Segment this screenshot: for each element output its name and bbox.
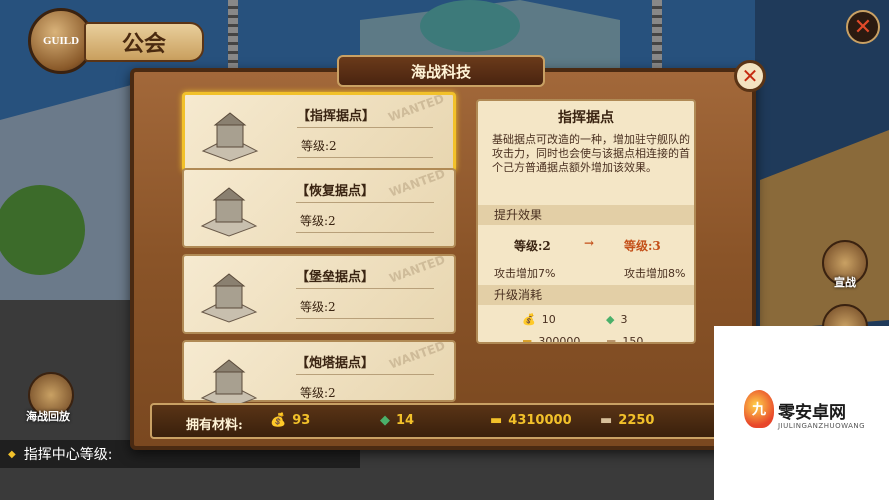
card-name: 【炮塔据点】 (296, 356, 375, 371)
card-divider (296, 318, 434, 319)
next-level: 等级:3 (624, 239, 661, 253)
tech-card[interactable]: WANTED 【堡垒据点】等级:2 (182, 252, 456, 334)
card-name: 【指挥据点】 (297, 109, 376, 124)
detail-description: 基础据点可改造的一种，增加驻守舰队的攻击力，同时也会使与该据点相连接的首个己方普… (492, 133, 690, 174)
materials-label: 拥有材料: (186, 418, 243, 433)
guild-title: 公会 (84, 22, 204, 62)
current-effect: 攻击增加7% (494, 267, 556, 280)
tech-card[interactable]: WANTED 【炮塔据点】等级:2 (182, 338, 456, 409)
diamond-icon: ◆ (8, 448, 16, 460)
watermark-sub: JIULINGANZHUOWANG (778, 422, 866, 430)
tech-card[interactable]: WANTED 【恢复据点】等级:2 (182, 166, 456, 248)
fort-icon (201, 112, 259, 162)
material-plank: ▬ 2250 (600, 413, 655, 428)
card-divider (296, 288, 434, 289)
card-divider (297, 127, 433, 128)
board-close-icon[interactable]: ✕ (734, 60, 766, 92)
coin-bag-icon: 💰 (522, 313, 536, 326)
cost-gold: ▬ 300000 (522, 335, 580, 344)
current-level: 等级:2 (514, 239, 551, 253)
upgrade-cost-header: 升级消耗 (478, 285, 694, 305)
card-level: 等级:2 (300, 300, 336, 314)
gold-bar-icon: ▬ (522, 335, 533, 344)
green-crystal-icon: ◆ (606, 313, 615, 326)
wanted-stamp: WANTED (385, 91, 446, 125)
material-coin: 💰 93 (270, 413, 311, 428)
hq-level-label: 指挥中心等级: (23, 447, 113, 463)
card-name: 【恢复据点】 (296, 184, 375, 199)
gold-bar-icon: ▬ (490, 413, 503, 428)
wanted-stamp: WANTED (386, 338, 447, 372)
battle-replay-label: 海战回放 (26, 410, 70, 423)
card-level: 等级:2 (301, 139, 337, 153)
cost-plank: ▬ 150 (606, 335, 643, 344)
declare-war-label: 宣战 (834, 276, 856, 289)
coin-bag-icon: 💰 (270, 413, 287, 428)
level-arrow: → (584, 236, 595, 250)
chain-left (228, 0, 238, 72)
cost-coin: 💰 10 (522, 313, 556, 326)
watermark-logo-icon: 九 (744, 390, 774, 428)
next-effect: 攻击增加8% (624, 267, 686, 280)
close-icon[interactable]: ✕ (846, 10, 880, 44)
detail-panel: 指挥据点 基础据点可改造的一种，增加驻守舰队的攻击力，同时也会使与该据点相连接的… (476, 99, 696, 344)
green-crystal-icon: ◆ (380, 413, 390, 428)
chain-right (652, 0, 662, 72)
card-divider (296, 374, 434, 375)
card-level: 等级:2 (300, 214, 336, 228)
fort-icon (200, 359, 258, 409)
fort-icon (200, 273, 258, 323)
card-divider (296, 202, 434, 203)
detail-title: 指挥据点 (558, 110, 614, 126)
material-gold: ▬ 4310000 (490, 413, 572, 428)
upgrade-effect-header: 提升效果 (478, 205, 694, 225)
plank-icon: ▬ (606, 335, 617, 344)
fort-icon (200, 187, 258, 237)
material-crystal: ◆ 14 (380, 413, 415, 428)
tech-card[interactable]: WANTED 【指挥据点】等级:2 (182, 91, 456, 172)
guild-header: GUILD 公会 (28, 8, 208, 74)
card-divider (296, 232, 434, 233)
cost-crystal: ◆ 3 (606, 313, 628, 326)
watermark-text: 零安卓网 (778, 403, 846, 423)
wanted-stamp: WANTED (386, 252, 447, 286)
card-level: 等级:2 (300, 386, 336, 400)
card-name: 【堡垒据点】 (296, 270, 375, 285)
card-divider (297, 157, 433, 158)
window-title: 海战科技 (337, 55, 545, 87)
plank-icon: ▬ (600, 413, 613, 428)
materials-bar: 拥有材料: 💰 93 ◆ 14 ▬ 4310000 ▬ 2250 (150, 403, 719, 439)
wanted-stamp: WANTED (386, 166, 447, 200)
